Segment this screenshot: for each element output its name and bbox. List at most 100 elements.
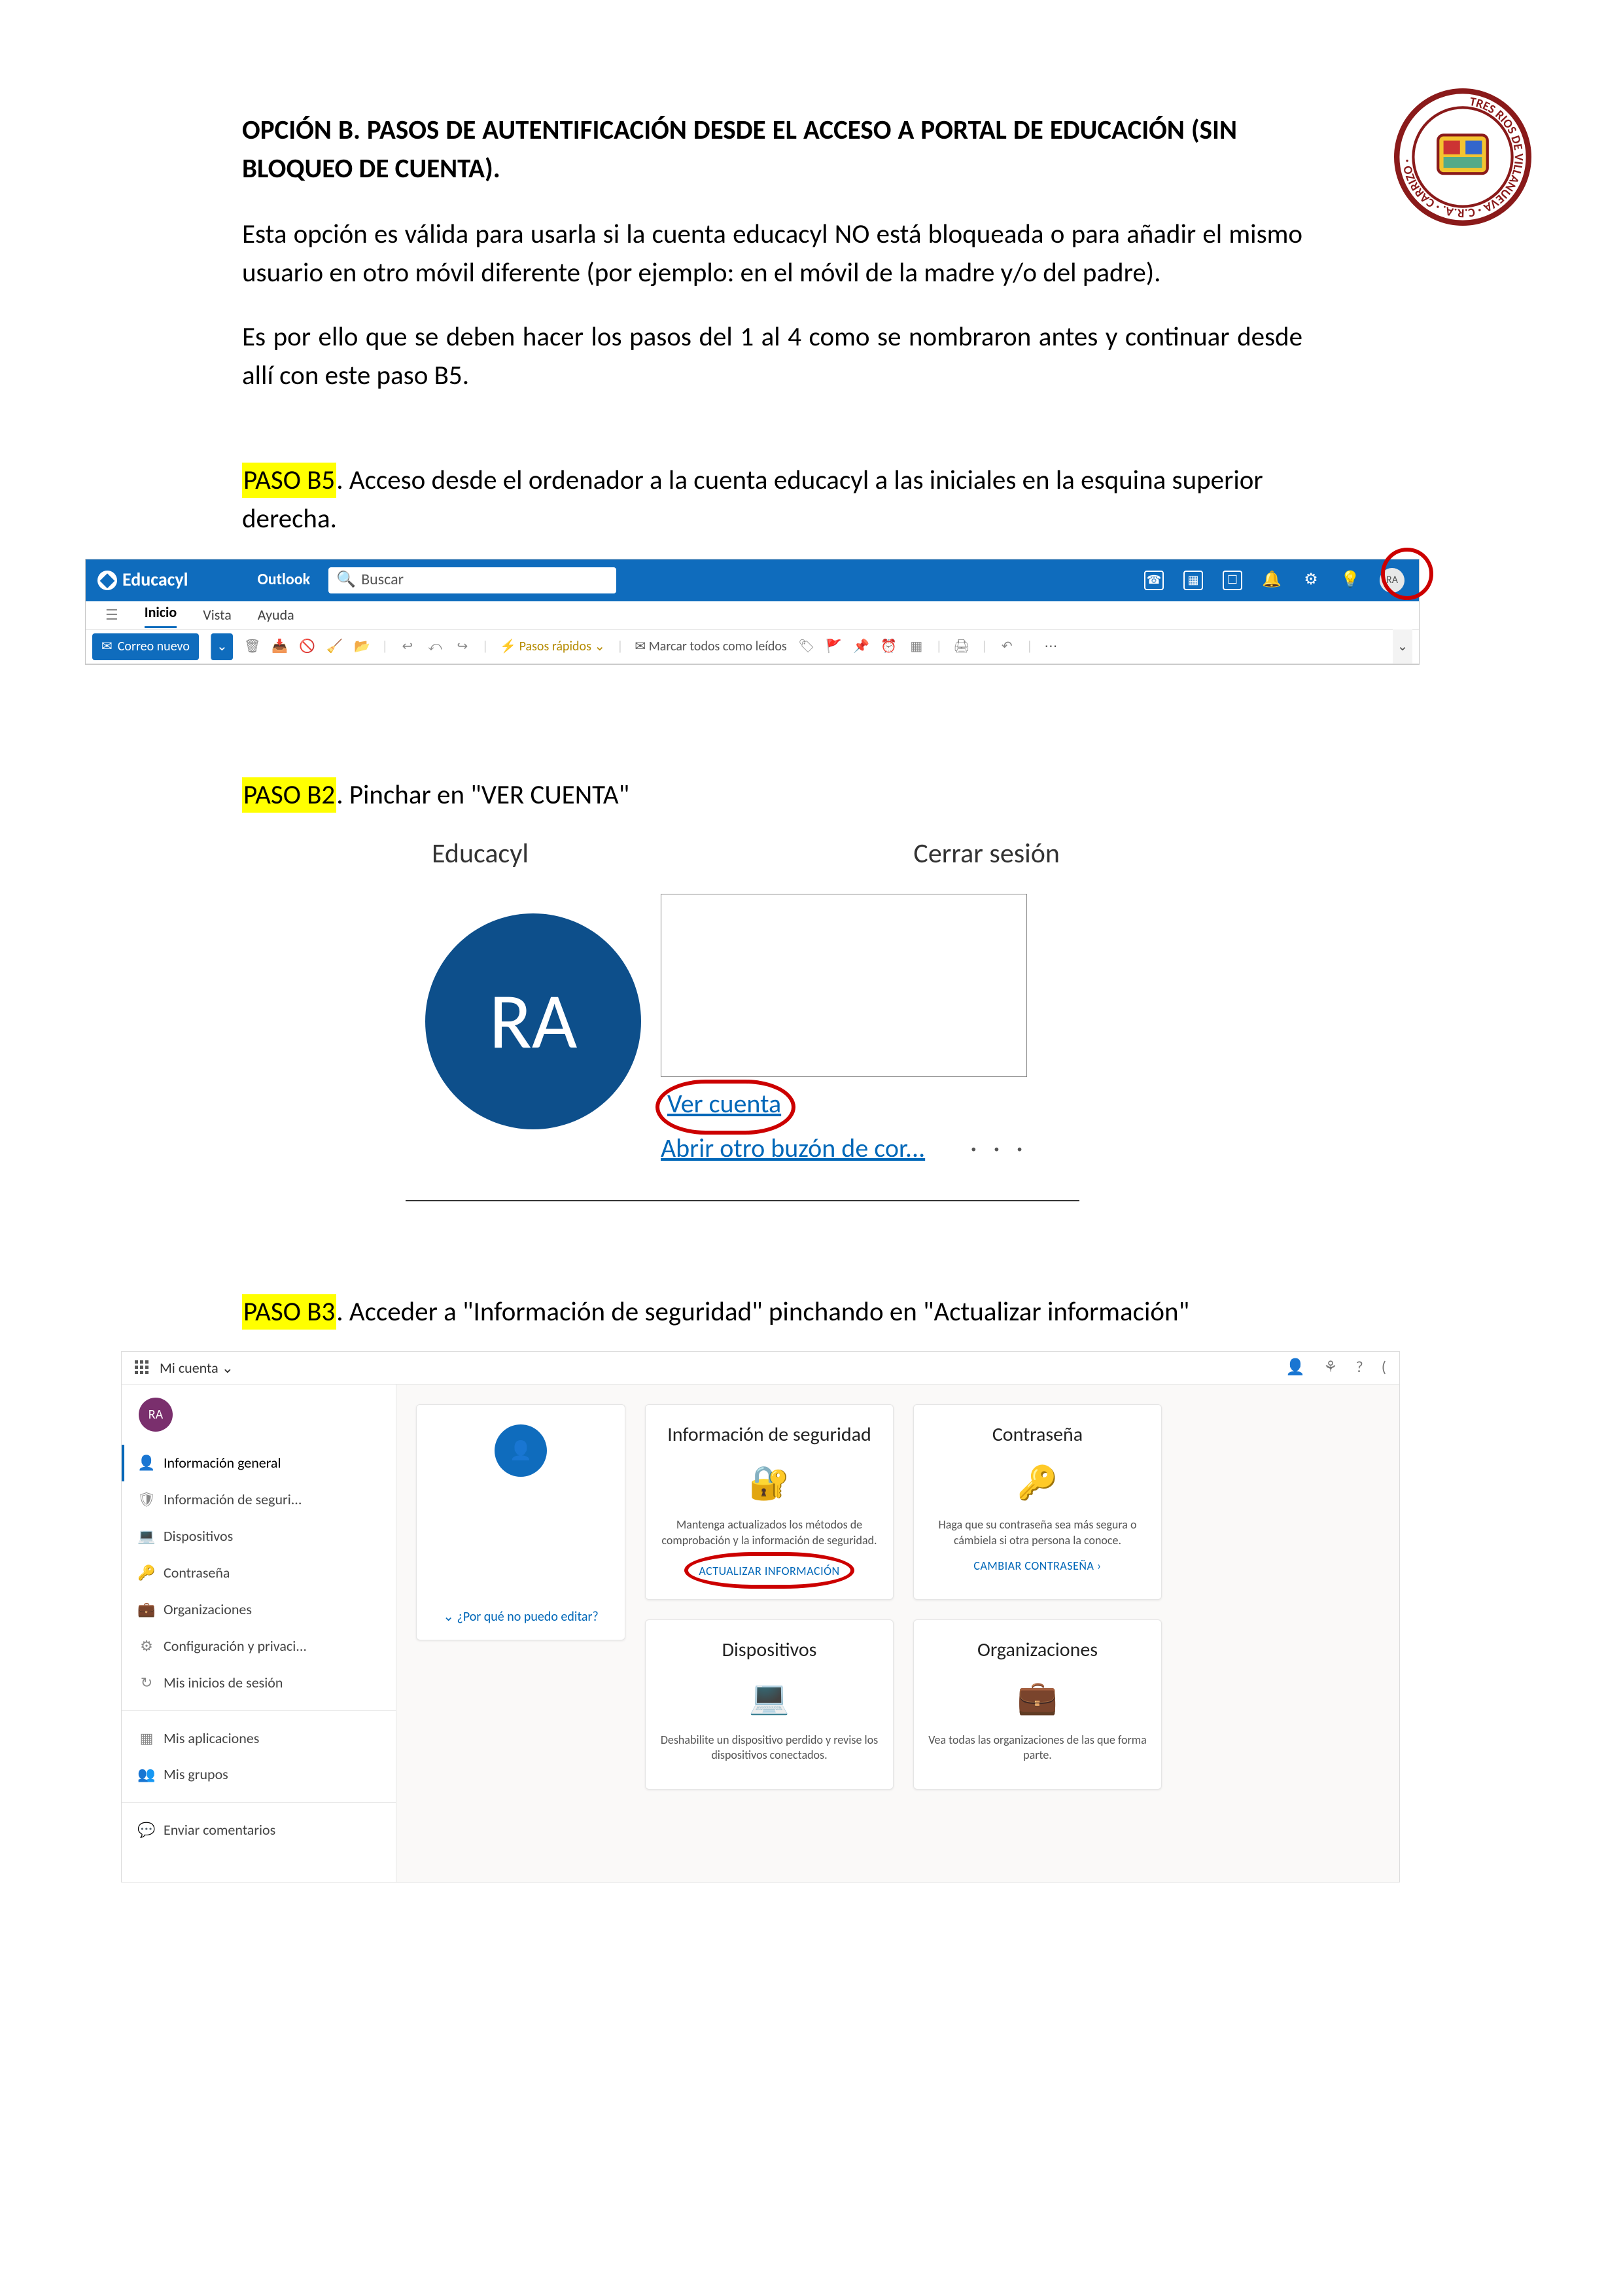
search-placeholder: Buscar [361, 569, 404, 592]
sidebar-item-password[interactable]: 🔑Contraseña [122, 1555, 396, 1591]
snooze-icon[interactable]: ⏰ [881, 639, 897, 654]
outlook-tabs: ☰ Inicio Vista Ayuda [86, 601, 1419, 630]
card-password-desc: Haga que su contraseña sea más segura o … [927, 1517, 1148, 1548]
tab-inicio[interactable]: Inicio [145, 602, 177, 629]
step-b2-line: PASO B2. Pinchar en "VER CUENTA" [242, 776, 1381, 815]
card-devices: Dispositivos 💻 Deshabilite un dispositiv… [645, 1619, 894, 1790]
move-icon[interactable]: 📂 [355, 639, 370, 654]
tips-icon[interactable]: 💡 [1340, 571, 1360, 590]
step-b5-line: PASO B5. Acceso desde el ordenador a la … [242, 461, 1381, 539]
avatar-highlight-annotation [1381, 548, 1433, 600]
my-account-title[interactable]: Mi cuenta ⌄ [160, 1358, 234, 1379]
card-security-info: Información de seguridad 🔐 Mantenga actu… [645, 1404, 894, 1600]
intro-paragraph-2: Es por ello que se deben hacer los pasos… [242, 318, 1381, 396]
categorize-icon[interactable]: ▦ [909, 639, 924, 654]
school-logo-stamp: TRES RIOS DE VILLANUEVA · C.R.A. · CARRI… [1394, 88, 1531, 226]
groups-icon: 👥 [139, 1767, 154, 1782]
reply-icon[interactable]: ↩ [400, 639, 415, 654]
quick-steps-button[interactable]: ⚡ Pasos rápidos ⌄ [500, 637, 605, 656]
forward-icon[interactable]: ↪ [455, 639, 470, 654]
card-devices-title: Dispositivos [722, 1636, 817, 1665]
sidebar-item-feedback[interactable]: 💬Enviar comentarios [122, 1812, 396, 1848]
profile-avatar-icon: 👤 [495, 1424, 547, 1477]
outlook-topbar: ◆ Educacyl Outlook 🔍 Buscar ☎ ▦ ☐ 🔔 ⚙ 💡 … [86, 559, 1419, 601]
new-mail-button[interactable]: ✉ Correo nuevo [92, 633, 199, 660]
sidebar-item-signins[interactable]: ↻Mis inicios de sesión [122, 1665, 396, 1701]
archive-icon[interactable]: 📥 [272, 639, 288, 654]
sidebar-item-settings[interactable]: ⚙Configuración y privaci... [122, 1628, 396, 1665]
report-icon[interactable]: 🚫 [300, 639, 315, 654]
day-view-icon[interactable]: ☐ [1223, 571, 1242, 590]
settings-gear-icon[interactable]: ⚙ [1301, 571, 1321, 590]
step-b5-label: PASO B5 [242, 463, 336, 498]
org-icon[interactable]: ⚘ [1323, 1356, 1338, 1379]
sidebar-item-orgs[interactable]: 💼Organizaciones [122, 1591, 396, 1628]
tab-vista[interactable]: Vista [203, 605, 232, 626]
new-mail-dropdown[interactable]: ⌄ [211, 633, 233, 660]
outlook-app-label: Outlook [258, 569, 311, 592]
devices-card-icon: 💻 [749, 1674, 790, 1722]
change-password-link[interactable]: CAMBIAR CONTRASEÑA › [973, 1557, 1101, 1574]
why-cant-edit-link[interactable]: ⌄ ¿Por qué no puedo editar? [443, 1608, 598, 1627]
mark-all-read-button[interactable]: ✉ Marcar todos como leídos [635, 637, 786, 656]
sidebar-item-devices[interactable]: 💻Dispositivos [122, 1518, 396, 1555]
sidebar-item-groups[interactable]: 👥Mis grupos [122, 1756, 396, 1793]
open-other-mailbox-link[interactable]: Abrir otro buzón de cor... [661, 1132, 925, 1164]
notifications-icon[interactable]: 🔔 [1262, 571, 1282, 590]
intro-paragraph-1: Esta opción es válida para usarla si la … [242, 215, 1381, 293]
search-input[interactable]: 🔍 Buscar [328, 567, 616, 593]
more-commands-icon[interactable]: ⋯ [1044, 637, 1057, 656]
sidebar-item-overview[interactable]: 👤Información general [122, 1445, 396, 1481]
sidebar-item-security[interactable]: 🛡Información de seguri... [122, 1481, 396, 1518]
key-card-icon: 🔑 [1017, 1460, 1058, 1508]
delete-icon[interactable]: 🗑 [245, 639, 260, 654]
popover-avatar: RA [425, 913, 641, 1129]
feedback-icon: 💬 [139, 1822, 154, 1838]
update-info-highlight-annotation [684, 1552, 854, 1589]
educacyl-brand-text: Educacyl [122, 567, 188, 593]
sidebar-item-apps[interactable]: ▦Mis aplicaciones [122, 1720, 396, 1757]
pin-icon[interactable]: 📌 [854, 639, 869, 654]
shield-icon: 🛡 [139, 1492, 154, 1508]
briefcase-icon: 💼 [139, 1602, 154, 1617]
teams-call-icon[interactable]: ☎ [1144, 571, 1164, 590]
ribbon-collapse-icon[interactable]: ⌄ [1393, 629, 1412, 663]
account-topbar: Mi cuenta ⌄ 👤 ⚘ ? ( [122, 1352, 1399, 1385]
meet-now-icon[interactable]: ▦ [1183, 571, 1203, 590]
step-b2-label: PASO B2 [242, 777, 336, 813]
educacyl-logo[interactable]: ◆ Educacyl [97, 567, 188, 593]
tag-icon[interactable]: 🏷 [799, 639, 814, 654]
print-icon[interactable]: 🖨 [954, 639, 969, 654]
account-manager-icon[interactable]: 👤 [1285, 1356, 1305, 1379]
page-title: OPCIÓN B. PASOS DE AUTENTIFICACIÓN DESDE… [242, 111, 1381, 189]
card-orgs-title: Organizaciones [977, 1636, 1098, 1665]
orgs-card-icon: 💼 [1017, 1674, 1058, 1722]
sweep-icon[interactable]: 🧹 [327, 639, 343, 654]
app-launcher-icon[interactable] [135, 1360, 150, 1376]
sign-out-link[interactable]: Cerrar sesión [913, 834, 1060, 874]
profile-card: 👤 ⌄ ¿Por qué no puedo editar? [416, 1404, 625, 1640]
help-icon[interactable]: ? [1356, 1356, 1363, 1379]
view-account-highlight-annotation [655, 1080, 795, 1135]
reply-all-icon[interactable]: ⤺ [427, 639, 443, 654]
screenshot-outlook-header: ◆ Educacyl Outlook 🔍 Buscar ☎ ▦ ☐ 🔔 ⚙ 💡 … [85, 559, 1420, 665]
tab-ayuda[interactable]: Ayuda [258, 605, 294, 626]
account-avatar-small[interactable]: ( [1382, 1356, 1386, 1379]
undo-icon[interactable]: ↶ [999, 639, 1015, 654]
card-devices-desc: Deshabilite un dispositivo perdido y rev… [659, 1733, 880, 1763]
account-sidebar: RA 👤Información general 🛡Información de … [122, 1385, 396, 1882]
security-card-icon: 🔐 [749, 1460, 790, 1508]
card-orgs: Organizaciones 💼 Vea todas las organizac… [913, 1619, 1162, 1790]
sidebar-avatar[interactable]: RA [139, 1398, 173, 1432]
gear-icon: ⚙ [139, 1638, 154, 1654]
outlook-ribbon: ✉ Correo nuevo ⌄ 🗑 📥 🚫 🧹 📂 | ↩ ⤺ ↪ | ⚡ P… [86, 630, 1419, 664]
signin-icon: ↻ [139, 1675, 154, 1691]
more-options-icon[interactable]: · · · [970, 1129, 1028, 1167]
search-icon: 🔍 [336, 569, 356, 592]
step-b3-label: PASO B3 [242, 1294, 336, 1330]
screenshot-account-popover: Educacyl Cerrar sesión RA Ver cuenta Abr… [406, 834, 1079, 1201]
educacyl-logo-icon: ◆ [97, 571, 117, 590]
step-b3-line: PASO B3. Acceder a "Información de segur… [242, 1293, 1381, 1332]
card-password: Contraseña 🔑 Haga que su contraseña sea … [913, 1404, 1162, 1600]
flag-icon[interactable]: 🚩 [826, 639, 842, 654]
